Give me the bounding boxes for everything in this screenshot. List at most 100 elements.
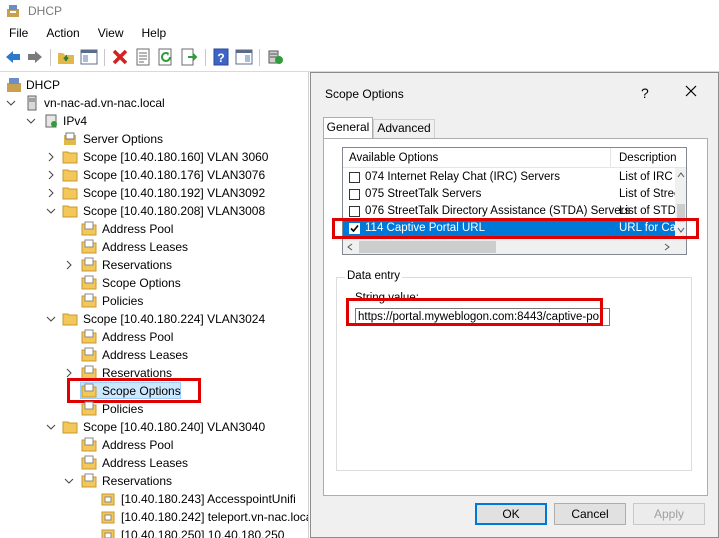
tree-node-address-pool[interactable]: Address Pool [0, 328, 300, 346]
chevron-right-icon[interactable] [46, 188, 56, 198]
tree-node-reservations[interactable]: Reservations [0, 256, 300, 274]
title-bar: DHCP [0, 0, 719, 22]
tree-label: Scope [10.40.180.224] VLAN3024 [83, 312, 266, 326]
folder-icon [81, 347, 97, 362]
scroll-right-icon[interactable] [663, 243, 671, 251]
tree-node-scope-options[interactable]: Scope Options [0, 274, 300, 292]
tree-node-address-pool[interactable]: Address Pool [0, 220, 300, 238]
options-icon [64, 132, 76, 145]
option-checkbox[interactable] [349, 172, 360, 183]
column-header-available-options[interactable]: Available Options [343, 148, 611, 168]
tree-label: [10.40.180.242] teleport.vn-nac.loca [121, 510, 308, 524]
option-checkbox[interactable] [349, 206, 360, 217]
toolbar-separator [205, 49, 206, 66]
tree-node-scope[interactable]: Scope [10.40.180.224] VLAN3024 [0, 310, 300, 328]
tree-node-server-options[interactable]: Server Options [0, 130, 300, 148]
tree-node-address-leases[interactable]: Address Leases [0, 454, 300, 472]
chevron-down-icon[interactable] [46, 206, 56, 216]
tab-general[interactable]: General [323, 117, 373, 139]
folder-icon [81, 239, 97, 254]
show-pane-icon[interactable] [80, 48, 98, 66]
pane-divider[interactable] [308, 72, 309, 538]
tree-label: Scope [10.40.180.192] VLAN3092 [83, 186, 266, 200]
option-checkbox[interactable] [349, 189, 360, 200]
tree-node-policies[interactable]: Policies [0, 292, 300, 310]
column-header-description[interactable]: Description [619, 148, 679, 168]
help-icon[interactable]: ? [212, 48, 230, 66]
dhcp-console: DHCP File Action View Help ? DHCP vn-nac… [0, 0, 719, 538]
folder-icon [62, 187, 78, 200]
scroll-left-icon[interactable] [346, 243, 354, 251]
dhcp-app-icon [7, 5, 19, 17]
tree-label: Address Pool [102, 330, 174, 344]
forward-icon[interactable] [26, 48, 44, 66]
toolbar-separator [50, 49, 51, 66]
ok-button[interactable]: OK [475, 503, 547, 525]
chevron-down-icon[interactable] [6, 98, 16, 108]
folder-icon [81, 473, 97, 488]
help-button[interactable]: ? [641, 85, 649, 101]
tree-node-scope[interactable]: Scope [10.40.180.208] VLAN3008 [0, 202, 300, 220]
folder-icon [81, 329, 97, 344]
menu-view[interactable]: View [88, 26, 132, 40]
folder-icon [81, 257, 97, 272]
tree-node-address-leases[interactable]: Address Leases [0, 238, 300, 256]
tree-node-dhcp[interactable]: DHCP [0, 76, 300, 94]
folder-icon [62, 421, 78, 434]
chevron-down-icon[interactable] [64, 476, 74, 486]
dhcp-root-icon [7, 78, 21, 92]
list-item[interactable]: 074 Internet Relay Chat (IRC) Servers Li… [343, 169, 675, 186]
list-header: Available Options Description [343, 148, 686, 168]
close-icon[interactable] [683, 83, 699, 99]
list-item[interactable]: 075 StreetTalk Servers List of Street [343, 186, 675, 203]
menu-action[interactable]: Action [36, 26, 87, 40]
tree-node-reservation[interactable]: [10.40.180.250] 10.40.180.250 [0, 526, 308, 538]
horizontal-scrollbar[interactable] [343, 239, 675, 254]
toolbar-separator [259, 49, 260, 66]
menu-help[interactable]: Help [132, 26, 175, 40]
up-folder-icon[interactable] [57, 48, 75, 66]
delete-icon[interactable] [111, 48, 129, 66]
chevron-down-icon[interactable] [46, 314, 56, 324]
cancel-button[interactable]: Cancel [554, 503, 626, 525]
tree-node-address-pool[interactable]: Address Pool [0, 436, 300, 454]
back-icon[interactable] [4, 48, 22, 66]
chevron-down-icon[interactable] [46, 422, 56, 432]
reservation-icon [101, 529, 115, 538]
chevron-right-icon[interactable] [46, 152, 56, 162]
tree-label: vn-nac-ad.vn-nac.local [44, 96, 165, 110]
apply-button[interactable]: Apply [633, 503, 705, 525]
tree-node-server[interactable]: vn-nac-ad.vn-nac.local [0, 94, 300, 112]
tree-node-scope[interactable]: Scope [10.40.180.240] VLAN3040 [0, 418, 300, 436]
refresh-icon[interactable] [157, 48, 175, 66]
scroll-up-icon[interactable] [677, 171, 685, 179]
tree-label: Address Pool [102, 222, 174, 236]
tree-node-ipv4[interactable]: IPv4 [0, 112, 300, 130]
tree-node-reservation[interactable]: [10.40.180.243] AccesspointUnifi [0, 490, 308, 508]
chevron-right-icon[interactable] [64, 368, 74, 378]
tree-node-address-leases[interactable]: Address Leases [0, 346, 300, 364]
tree-node-scope[interactable]: Scope [10.40.180.176] VLAN3076 [0, 166, 300, 184]
export-icon[interactable] [180, 48, 198, 66]
tree-label: Address Leases [102, 348, 189, 362]
tab-advanced[interactable]: Advanced [373, 119, 435, 138]
tree-node-scope[interactable]: Scope [10.40.180.192] VLAN3092 [0, 184, 300, 202]
menu-file[interactable]: File [0, 26, 36, 40]
chevron-down-icon[interactable] [26, 116, 36, 126]
folder-icon [81, 221, 97, 236]
tree-node-scope[interactable]: Scope [10.40.180.160] VLAN 3060 [0, 148, 300, 166]
tree-label: Scope [10.40.180.176] VLAN3076 [83, 168, 266, 182]
console-tree-lower: Policies Scope [10.40.180.240] VLAN3040 … [0, 400, 308, 538]
dhcp-server-icon[interactable] [266, 48, 284, 66]
tree-node-reservation[interactable]: [10.40.180.242] teleport.vn-nac.loca [0, 508, 308, 526]
details-pane-icon[interactable] [235, 48, 253, 66]
horizontal-scroll-thumb[interactable] [359, 241, 496, 253]
tree-label: Address Leases [102, 456, 189, 470]
tree-label: Policies [102, 402, 144, 416]
chevron-right-icon[interactable] [46, 170, 56, 180]
tree-node-policies[interactable]: Policies [0, 400, 300, 418]
properties-icon[interactable] [134, 48, 152, 66]
option-description: List of Street [619, 188, 675, 200]
chevron-right-icon[interactable] [64, 260, 74, 270]
tree-node-reservations[interactable]: Reservations [0, 472, 300, 490]
